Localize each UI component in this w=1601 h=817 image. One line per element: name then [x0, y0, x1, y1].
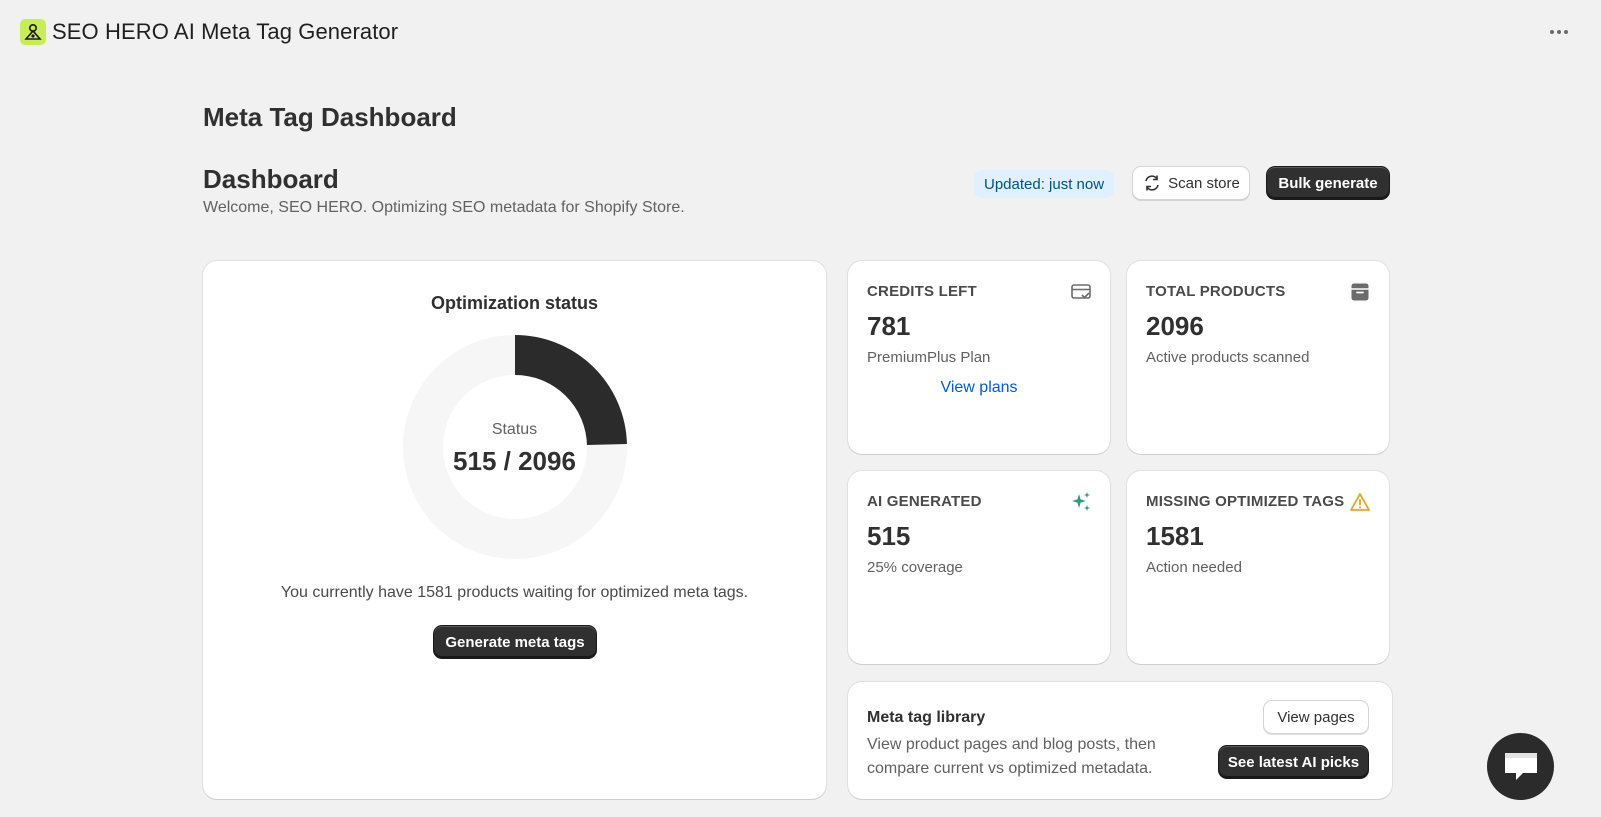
more-horizontal-icon — [1550, 30, 1554, 34]
total-products-sub: Active products scanned — [1146, 349, 1310, 366]
ai-generated-card: AI GENERATED 515 25% coverage — [848, 471, 1110, 664]
app-title: SEO HERO AI Meta Tag Generator — [52, 19, 399, 44]
optimization-status-heading: Optimization status — [430, 293, 598, 313]
donut-value: 515 / 2096 — [453, 446, 576, 476]
page-title: Meta Tag Dashboard — [203, 102, 457, 132]
total-products-label: TOTAL PRODUCTS — [1146, 283, 1286, 300]
robot-logo-icon — [20, 19, 46, 45]
library-title: Meta tag library — [867, 709, 986, 726]
view-pages-button[interactable]: View pages — [1263, 700, 1369, 734]
missing-tags-card: MISSING OPTIMIZED TAGS 1581 Action neede… — [1127, 471, 1389, 664]
donut-label: Status — [491, 421, 538, 438]
section-title: Dashboard — [203, 164, 339, 194]
see-latest-ai-picks-button[interactable]: See latest AI picks — [1218, 745, 1369, 779]
total-products-card: TOTAL PRODUCTS 2096 Active products scan… — [1127, 261, 1389, 454]
optimization-status-card: Optimization status Status 515 / 2096 Yo… — [203, 261, 826, 799]
chat-button[interactable] — [1487, 733, 1554, 800]
credit-card-check-icon — [1071, 284, 1091, 299]
refresh-icon — [1145, 175, 1159, 191]
credits-left-card: CREDITS LEFT 781 PremiumPlus Plan View p… — [848, 261, 1110, 454]
credits-plan-name: PremiumPlus Plan — [867, 349, 991, 366]
chat-bubble-icon — [1504, 752, 1537, 780]
total-products-value: 2096 — [1146, 311, 1204, 341]
warning-triangle-icon — [1350, 493, 1370, 511]
updated-badge: Updated: just now — [974, 170, 1115, 198]
view-plans-link[interactable]: View plans — [848, 379, 1110, 397]
credits-left-value: 781 — [867, 311, 911, 341]
library-description: View product pages and blog posts, then … — [867, 736, 1156, 777]
sparkles-icon — [1072, 492, 1090, 511]
archive-box-icon — [1351, 283, 1369, 301]
status-message: You currently have 1581 products waiting… — [280, 584, 749, 601]
bulk-generate-button[interactable]: Bulk generate — [1266, 166, 1390, 200]
missing-tags-value: 1581 — [1146, 521, 1204, 551]
missing-tags-label: MISSING OPTIMIZED TAGS — [1146, 493, 1345, 510]
more-options-button[interactable] — [1543, 20, 1575, 44]
scan-store-button[interactable]: Scan store — [1132, 166, 1250, 200]
missing-tags-sub: Action needed — [1146, 559, 1242, 576]
meta-tag-library-card: Meta tag library View product pages and … — [848, 682, 1392, 799]
ai-generated-label: AI GENERATED — [867, 493, 982, 510]
generate-meta-tags-button[interactable]: Generate meta tags — [433, 625, 597, 659]
ai-generated-value: 515 — [867, 521, 911, 551]
section-subtitle: Welcome, SEO HERO. Optimizing SEO metada… — [203, 199, 685, 216]
ai-generated-coverage: 25% coverage — [867, 559, 963, 576]
app-header: SEO HERO AI Meta Tag Generator — [0, 0, 1601, 64]
scan-store-label: Scan store — [1168, 174, 1240, 192]
credits-left-label: CREDITS LEFT — [867, 283, 977, 300]
